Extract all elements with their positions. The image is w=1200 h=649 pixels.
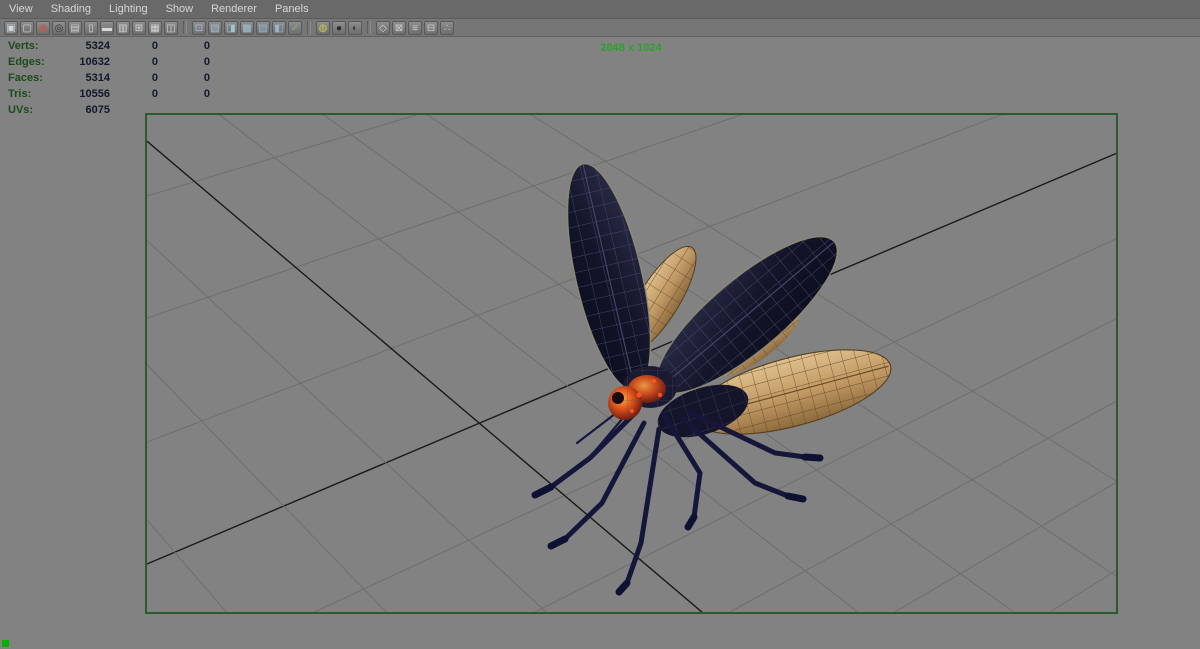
snapshot-icon[interactable]: ⊟ [424, 20, 438, 35]
frame-all-icon[interactable]: ⊡ [192, 20, 206, 35]
viewport-scene[interactable] [147, 115, 1116, 612]
hud-sel-edges: 0 [151, 56, 158, 68]
bookmarks-icon[interactable]: ◎ [52, 20, 66, 35]
textured-icon[interactable]: ◧ [272, 20, 286, 35]
gate-mask-icon[interactable]: ▥ [116, 20, 130, 35]
camera-view-frame[interactable] [145, 113, 1118, 614]
hud-extra-verts: 0 [203, 40, 210, 52]
hud-sel-tris: 0 [151, 88, 158, 100]
hud-label-faces: Faces: [8, 72, 43, 84]
share-icon[interactable]: ∴ [440, 20, 454, 35]
menu-panels[interactable]: Panels [275, 3, 309, 15]
frame-selection-icon[interactable]: ▧ [208, 20, 222, 35]
hud-sel-verts: 0 [151, 40, 158, 52]
hud-sel-faces: 0 [151, 72, 158, 84]
insect-model[interactable] [531, 157, 899, 596]
hud-value-edges: 10632 [79, 56, 110, 68]
shadows-icon[interactable]: ▨ [256, 20, 270, 35]
smooth-shaded-icon[interactable]: ◐ [348, 20, 362, 35]
menu-show[interactable]: Show [166, 3, 194, 15]
film-gate-icon[interactable]: ▯ [84, 20, 98, 35]
hud-extra-edges: 0 [203, 56, 210, 68]
image-plane-icon[interactable]: ▤ [68, 20, 82, 35]
toolbar-separator [307, 21, 311, 34]
default-lighting-icon[interactable]: ◨ [224, 20, 238, 35]
lock-camera-icon[interactable]: ▢ [20, 20, 34, 35]
hud-label-tris: Tris: [8, 88, 32, 100]
select-camera-icon[interactable]: ▣ [4, 20, 18, 35]
hud-label-edges: Edges: [8, 56, 45, 68]
isolate-select-icon[interactable]: ⊠ [392, 20, 406, 35]
grease-pencil-icon[interactable]: ≡ [408, 20, 422, 35]
hud-extra-tris: 0 [203, 88, 210, 100]
wireframe-icon[interactable]: ◍ [316, 20, 330, 35]
hud-value-uvs: 6075 [85, 104, 110, 116]
menu-view[interactable]: View [9, 3, 33, 15]
hud-value-tris: 10556 [79, 88, 110, 100]
hud-label-verts: Verts: [8, 40, 39, 52]
field-chart-icon[interactable]: ⊞ [132, 20, 146, 35]
panel-icon-toolbar: ▣ ▢ ◉ ◎ ▤ ▯ ▬ ▥ ⊞ ▦ ◫ ⊡ ▧ ◨ ▩ ▨ ◧ ✓ ◍ ● … [0, 19, 1200, 37]
hud-value-faces: 5314 [85, 72, 110, 84]
status-indicator [2, 640, 9, 647]
panel-menu-bar: View Shading Lighting Show Renderer Pane… [0, 0, 1200, 19]
menu-lighting[interactable]: Lighting [109, 3, 148, 15]
resolution-gate-readout: 2048 x 1024 [600, 42, 662, 54]
hud-value-verts: 5324 [85, 40, 110, 52]
poly-count-hud: Verts: 5324 0 0 Edges: 10632 0 0 Faces: … [8, 41, 210, 116]
resolution-gate-icon[interactable]: ▬ [100, 20, 114, 35]
hud-label-uvs: UVs: [8, 104, 34, 116]
menu-shading[interactable]: Shading [51, 3, 91, 15]
menu-renderer[interactable]: Renderer [211, 3, 257, 15]
shaded-icon[interactable]: ● [332, 20, 346, 35]
xray-icon[interactable]: ◇ [376, 20, 390, 35]
maya-viewport-window: View Shading Lighting Show Renderer Pane… [0, 0, 1200, 649]
hud-extra-faces: 0 [203, 72, 210, 84]
safe-action-icon[interactable]: ▦ [148, 20, 162, 35]
camera-attributes-icon[interactable]: ◉ [36, 20, 50, 35]
toolbar-separator [183, 21, 187, 34]
multisample-icon[interactable]: ✓ [288, 20, 302, 35]
all-lights-icon[interactable]: ▩ [240, 20, 254, 35]
toolbar-separator [367, 21, 371, 34]
perspective-viewport[interactable]: Verts: 5324 0 0 Edges: 10632 0 0 Faces: … [0, 38, 1200, 649]
safe-title-icon[interactable]: ◫ [164, 20, 178, 35]
